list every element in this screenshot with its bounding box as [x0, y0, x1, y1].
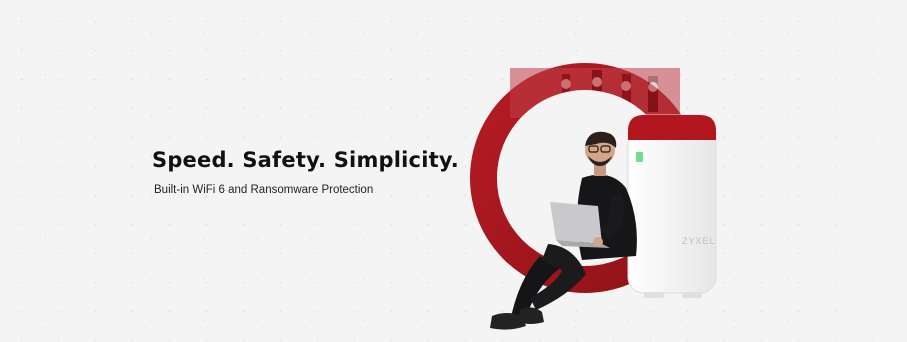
device-brand-logo: ZYXEL	[682, 236, 716, 246]
hero-subheadline: Built-in WiFi 6 and Ransomware Protectio…	[154, 184, 374, 196]
hero-illustration: ZYXEL	[470, 63, 717, 330]
hero-banner: Speed. Safety. Simplicity. Built-in WiFi…	[0, 0, 907, 342]
router-device: ZYXEL	[627, 114, 717, 298]
laptop-icon	[550, 202, 602, 244]
status-led-icon	[636, 152, 643, 162]
hero-headline: Speed. Safety. Simplicity.	[152, 148, 459, 172]
